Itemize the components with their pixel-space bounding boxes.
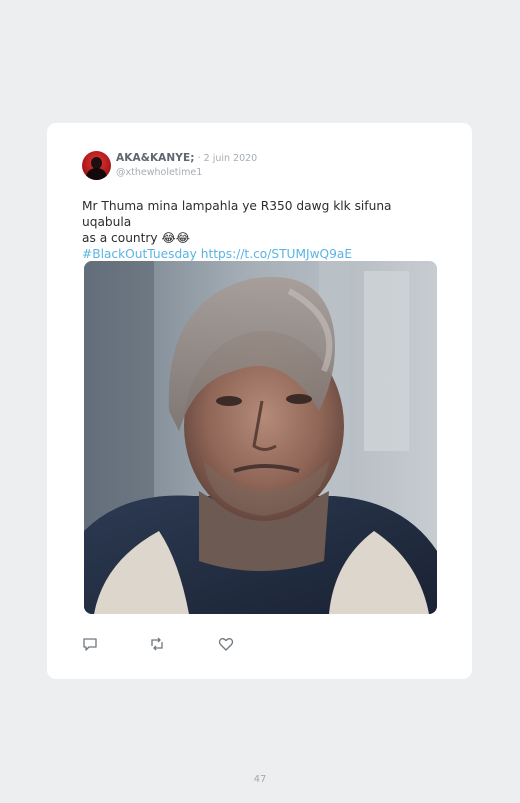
page-number: 47 [253, 774, 267, 785]
date-separator: · [194, 153, 204, 164]
retweet-icon[interactable] [149, 636, 165, 652]
reply-icon[interactable] [82, 636, 98, 652]
like-icon[interactable] [218, 636, 234, 652]
tweet-url-link[interactable]: https://t.co/STUMJwQ9aE [201, 247, 352, 261]
tweet-text-line1: Mr Thuma mina lampahla ye R350 dawg klk … [82, 199, 392, 229]
photo-of-man-with-stocking-over-head [84, 261, 437, 614]
author-name[interactable]: AKA&KANYE; [116, 152, 195, 164]
author-handle[interactable]: @xthewholetime1 [116, 166, 257, 179]
tweet-photo[interactable] [84, 261, 437, 614]
tweet-card: AKA&KANYE; · 2 juin 2020 @xthewholetime1… [47, 123, 472, 679]
tweet-text: Mr Thuma mina lampahla ye R350 dawg klk … [82, 198, 442, 262]
tweet-text-line2: as a country [82, 231, 158, 245]
tweet-date[interactable]: 2 juin 2020 [204, 153, 258, 164]
tweet-author: AKA&KANYE; · 2 juin 2020 @xthewholetime1 [116, 152, 257, 179]
tweet-actions [82, 636, 282, 652]
avatar[interactable] [82, 151, 111, 180]
hashtag-link[interactable]: #BlackOutTuesday [82, 247, 197, 261]
laughing-emoji-icon: 😂😂 [161, 231, 191, 245]
